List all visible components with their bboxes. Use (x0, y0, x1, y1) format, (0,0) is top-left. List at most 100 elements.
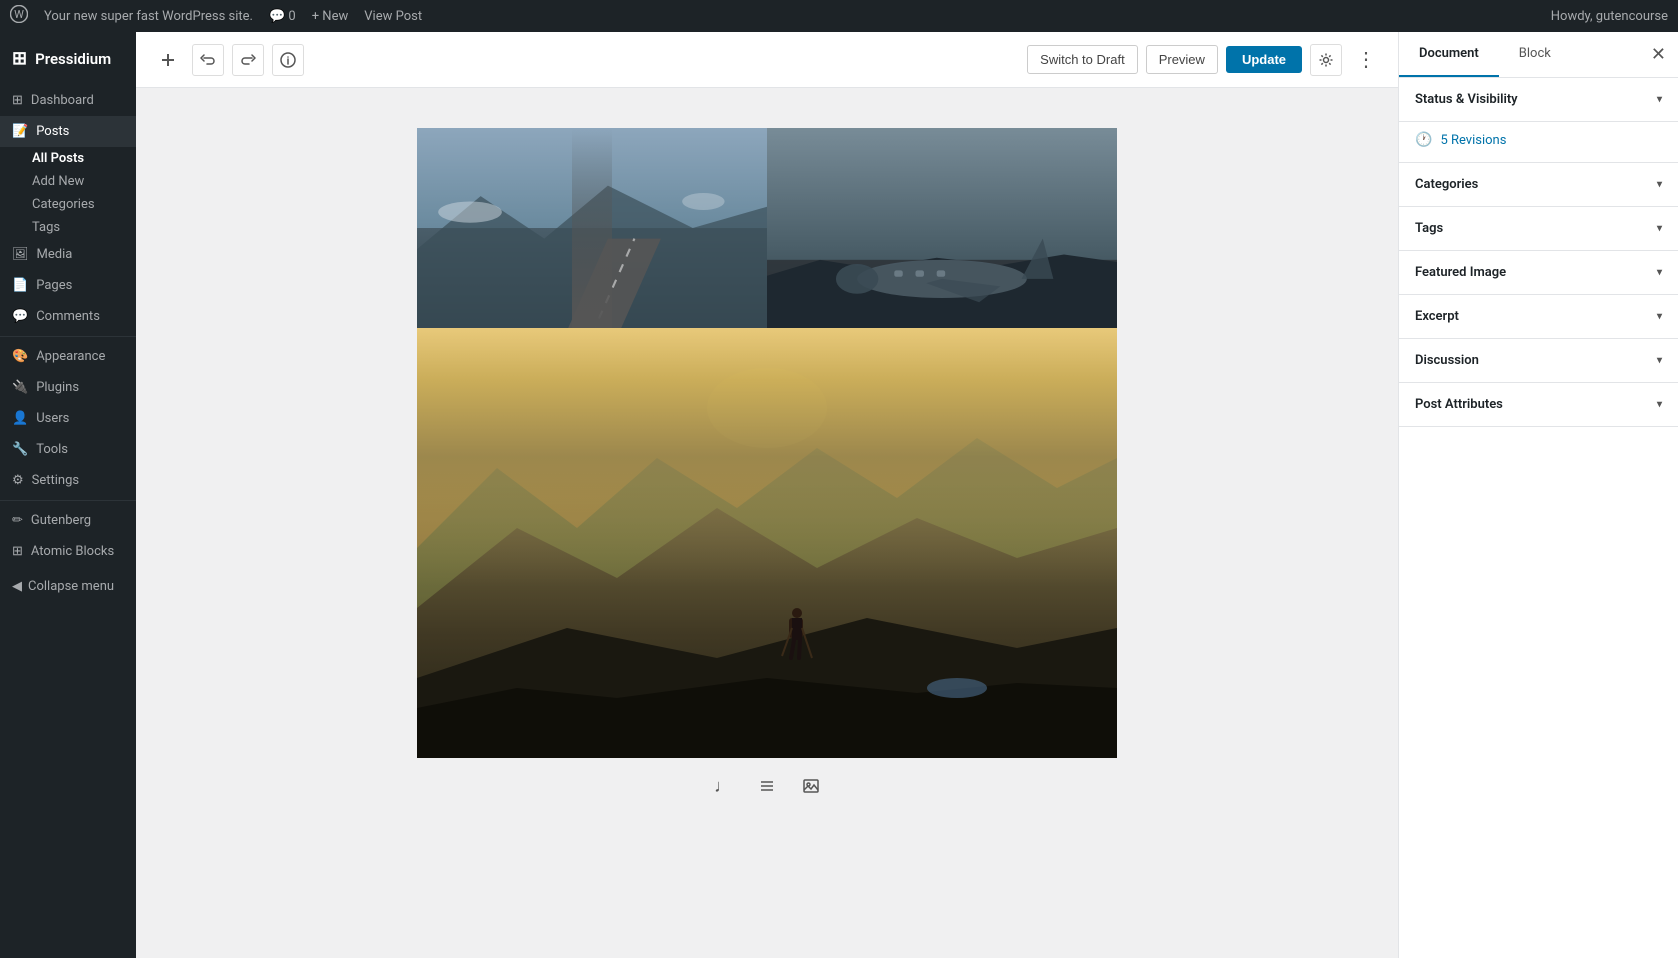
categories-label: Categories (32, 197, 95, 212)
sidebar-item-tools[interactable]: 🔧 Tools (0, 434, 136, 465)
tags-chevron: ▾ (1657, 223, 1662, 234)
admin-new-button[interactable]: + New (312, 9, 349, 24)
sidebar-item-atomic-blocks[interactable]: ⊞ Atomic Blocks (0, 536, 136, 567)
info-button[interactable] (272, 44, 304, 76)
pages-icon: 📄 (12, 278, 28, 293)
brand-label: Pressidium (35, 50, 111, 68)
sidebar-item-gutenberg[interactable]: ✏ Gutenberg (0, 505, 136, 536)
atomic-blocks-icon: ⊞ (12, 544, 23, 559)
post-attributes-label: Post Attributes (1415, 397, 1503, 412)
update-button[interactable]: Update (1226, 46, 1302, 73)
tab-document-label: Document (1419, 46, 1479, 61)
sidebar: ⊞ Pressidium ⊞ Dashboard 📝 Posts All Pos… (0, 32, 136, 958)
all-posts-label: All Posts (32, 151, 84, 166)
right-panel: Document Block ✕ Status & Visibility ▾ 🕐 (1398, 32, 1678, 958)
redo-button[interactable] (232, 44, 264, 76)
admin-comments[interactable]: 💬 0 (269, 9, 296, 24)
discussion-label: Discussion (1415, 353, 1479, 368)
add-block-button[interactable] (152, 44, 184, 76)
post-attributes-chevron: ▾ (1657, 399, 1662, 410)
image-block-icon[interactable] (795, 770, 827, 802)
status-visibility-chevron: ▾ (1657, 94, 1662, 105)
admin-howdy: Howdy, gutencourse (1551, 9, 1668, 24)
sidebar-label-plugins: Plugins (36, 380, 79, 395)
excerpt-header[interactable]: Excerpt ▾ (1399, 295, 1678, 338)
panel-section-revisions: 🕐 5 Revisions (1399, 122, 1678, 163)
sidebar-label-posts: Posts (36, 124, 69, 139)
categories-chevron: ▾ (1657, 179, 1662, 190)
revisions-clock-icon: 🕐 (1415, 132, 1432, 148)
editor-content: ♩ (136, 88, 1398, 958)
tab-block[interactable]: Block (1499, 32, 1571, 77)
excerpt-chevron: ▾ (1657, 311, 1662, 322)
sidebar-sub-tags[interactable]: Tags (0, 216, 136, 239)
svg-text:W: W (14, 8, 24, 21)
gallery-image-road[interactable] (417, 128, 767, 328)
more-options-button[interactable]: ⋮ (1350, 44, 1382, 76)
tags-header[interactable]: Tags ▾ (1399, 207, 1678, 250)
gallery-image-mountain[interactable] (417, 328, 1117, 758)
featured-image-label: Featured Image (1415, 265, 1506, 280)
tools-icon: 🔧 (12, 442, 28, 457)
post-attributes-header[interactable]: Post Attributes ▾ (1399, 383, 1678, 426)
sidebar-brand: ⊞ Pressidium (0, 40, 136, 85)
tags-label: Tags (1415, 221, 1443, 236)
sidebar-item-users[interactable]: 👤 Users (0, 403, 136, 434)
panel-section-categories: Categories ▾ (1399, 163, 1678, 207)
panel-body: Status & Visibility ▾ 🕐 5 Revisions Cate… (1399, 78, 1678, 958)
sidebar-label-media: Media (37, 247, 73, 262)
discussion-header[interactable]: Discussion ▾ (1399, 339, 1678, 382)
settings-panel-button[interactable] (1310, 44, 1342, 76)
admin-view-post[interactable]: View Post (364, 9, 422, 24)
gallery-image-plane[interactable] (767, 128, 1117, 328)
close-icon: ✕ (1651, 44, 1666, 65)
sidebar-label-gutenberg: Gutenberg (31, 513, 91, 528)
users-icon: 👤 (12, 411, 28, 426)
panel-section-status-visibility: Status & Visibility ▾ (1399, 78, 1678, 122)
tab-block-label: Block (1519, 46, 1551, 61)
sidebar-sub-add-new[interactable]: Add New (0, 170, 136, 193)
sidebar-item-comments[interactable]: 💬 Comments (0, 301, 136, 332)
sidebar-label-atomic-blocks: Atomic Blocks (31, 544, 114, 559)
sidebar-collapse-menu[interactable]: ◀ Collapse menu (0, 567, 136, 606)
sidebar-sub-categories[interactable]: Categories (0, 193, 136, 216)
excerpt-label: Excerpt (1415, 309, 1459, 324)
sidebar-label-users: Users (36, 411, 69, 426)
sidebar-sub-all-posts[interactable]: All Posts (0, 147, 136, 170)
admin-site-name[interactable]: Your new super fast WordPress site. (44, 9, 253, 24)
sidebar-item-posts[interactable]: 📝 Posts (0, 116, 136, 147)
sidebar-item-pages[interactable]: 📄 Pages (0, 270, 136, 301)
tab-document[interactable]: Document (1399, 32, 1499, 77)
audio-block-icon[interactable]: ♩ (707, 770, 739, 802)
sidebar-label-comments: Comments (36, 309, 100, 324)
sidebar-item-plugins[interactable]: 🔌 Plugins (0, 372, 136, 403)
editor-area: Switch to Draft Preview Update ⋮ (136, 32, 1398, 958)
revisions-link[interactable]: 🕐 5 Revisions (1399, 122, 1678, 162)
admin-bar: W Your new super fast WordPress site. 💬 … (0, 0, 1678, 32)
gutenberg-icon: ✏ (12, 513, 23, 528)
sidebar-label-settings: Settings (32, 473, 79, 488)
media-icon: 🖼 (12, 247, 29, 262)
panel-section-discussion: Discussion ▾ (1399, 339, 1678, 383)
sidebar-item-appearance[interactable]: 🎨 Appearance (0, 341, 136, 372)
dashboard-icon: ⊞ (12, 93, 23, 108)
panel-close-button[interactable]: ✕ (1639, 34, 1678, 75)
preview-button[interactable]: Preview (1146, 45, 1218, 74)
plugins-icon: 🔌 (12, 380, 28, 395)
status-visibility-label: Status & Visibility (1415, 92, 1518, 107)
add-new-label: Add New (32, 174, 84, 189)
list-block-icon[interactable] (751, 770, 783, 802)
status-visibility-header[interactable]: Status & Visibility ▾ (1399, 78, 1678, 121)
sidebar-item-settings[interactable]: ⚙ Settings (0, 465, 136, 496)
categories-header[interactable]: Categories ▾ (1399, 163, 1678, 206)
sidebar-item-media[interactable]: 🖼 Media (0, 239, 136, 270)
collapse-icon: ◀ (12, 579, 22, 594)
toolbar-right: Switch to Draft Preview Update ⋮ (1027, 44, 1382, 76)
appearance-icon: 🎨 (12, 349, 28, 364)
undo-button[interactable] (192, 44, 224, 76)
switch-to-draft-button[interactable]: Switch to Draft (1027, 45, 1138, 74)
posts-icon: 📝 (12, 124, 28, 139)
discussion-chevron: ▾ (1657, 355, 1662, 366)
featured-image-header[interactable]: Featured Image ▾ (1399, 251, 1678, 294)
sidebar-item-dashboard[interactable]: ⊞ Dashboard (0, 85, 136, 116)
